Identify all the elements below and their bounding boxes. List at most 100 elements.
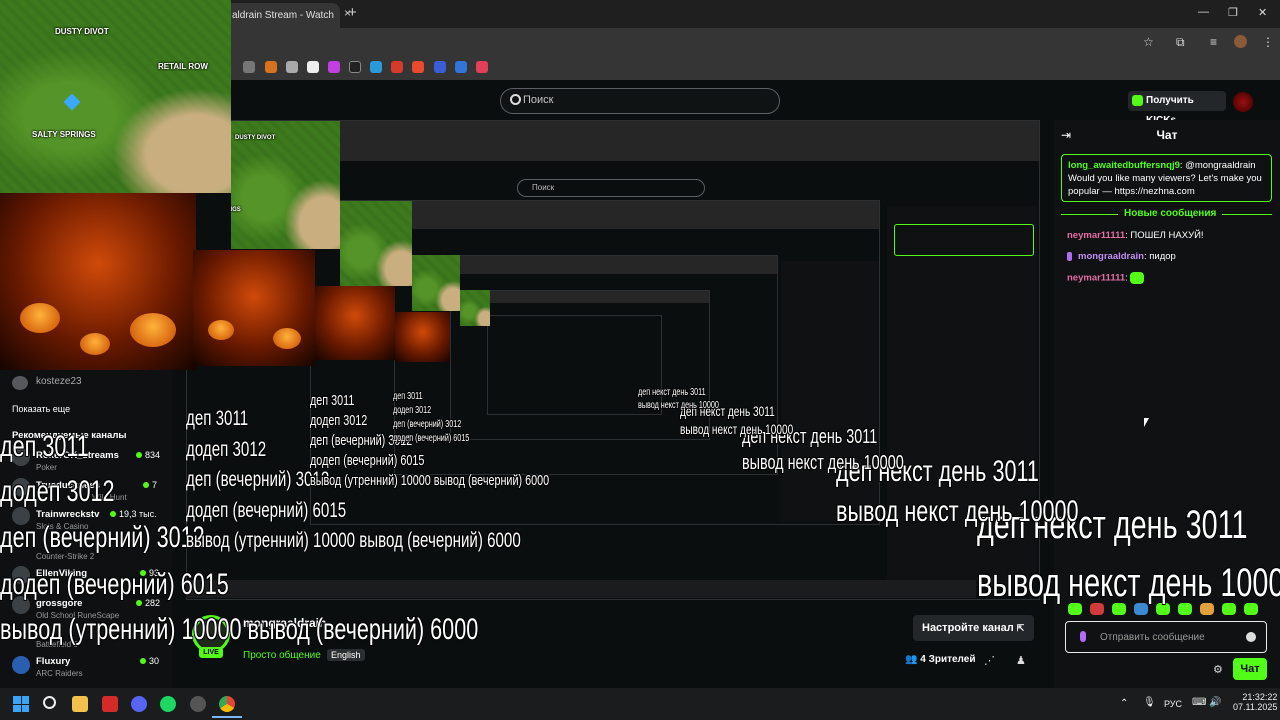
extensions-icon[interactable]: ⧉ [1176, 35, 1185, 50]
overlay-left-line: деп (вечерний) 3012 [0, 521, 205, 554]
sidebar-user[interactable]: kosteze23 [36, 376, 82, 387]
maximize-button[interactable]: ❐ [1228, 6, 1238, 19]
channel-category: Poker [36, 463, 57, 472]
sidebar-user-avatar[interactable] [12, 376, 28, 390]
discord-icon[interactable] [131, 696, 147, 712]
bookmark-icon[interactable] [434, 61, 446, 73]
setup-channel-button[interactable]: Настройте канал ⇱ [913, 615, 1034, 641]
channel-name[interactable]: Fluxury [36, 656, 70, 667]
bookmark-icon[interactable] [455, 61, 467, 73]
overlay-left-line: додеп 3012 [186, 438, 267, 461]
media-icon[interactable]: ≡ [1210, 35, 1217, 49]
mic-icon[interactable] [1080, 631, 1086, 642]
bookmark-icon[interactable] [265, 61, 277, 73]
volume-icon[interactable]: 🔊 [1209, 697, 1221, 708]
language-indicator[interactable]: РУС [1164, 699, 1182, 709]
language-tag[interactable]: English [327, 649, 365, 661]
emoji-icon[interactable] [1246, 632, 1256, 642]
send-chat-button[interactable]: Чат [1233, 658, 1267, 680]
clock-date: 07.11.2025 [1233, 702, 1278, 712]
stream-category[interactable]: Просто общение [243, 650, 321, 661]
nested-search-text: Поиск [532, 183, 555, 192]
bookmark-icon[interactable] [476, 61, 488, 73]
active-app-indicator [212, 716, 242, 718]
bookmark-icon[interactable] [370, 61, 382, 73]
overlay-left-line: додеп 3012 [0, 475, 115, 508]
clock[interactable]: 21:32:22 07.11.2025 [1233, 692, 1277, 712]
bookmark-icon[interactable] [391, 61, 403, 73]
overlay-left-line: додеп (вечерний) 6015 [310, 452, 425, 469]
setup-channel-label: Настройте канал [922, 622, 1014, 634]
live-dot-icon [140, 658, 146, 664]
overlay-left-line: деп (вечерний) 3012 [186, 468, 330, 491]
overlay-left-line: додеп (вечерний) 6015 [186, 499, 347, 522]
steam-icon[interactable] [190, 696, 206, 712]
search-taskbar-icon[interactable] [43, 696, 56, 709]
minimize-button[interactable]: — [1198, 6, 1209, 18]
profile-avatar[interactable] [1234, 35, 1247, 48]
follow-icon[interactable]: ♟ [1016, 654, 1026, 667]
star-icon[interactable]: ☆ [1143, 35, 1154, 49]
overlay-left-line: деп (вечерний) 3012 [393, 419, 462, 430]
spotify-icon[interactable] [160, 696, 176, 712]
pumpkin-icon [208, 320, 234, 340]
chat-username[interactable]: neymar11111 [1067, 273, 1125, 284]
chat-settings-icon[interactable]: ⚙ [1213, 663, 1223, 676]
map-label: SALTY SPRINGS [231, 207, 241, 213]
overlay-dep-next: деп некст день 3011 [638, 387, 706, 398]
show-more-link[interactable]: Показать еще [12, 404, 70, 414]
windows-start-icon[interactable] [13, 696, 29, 712]
bookmark-icon[interactable] [286, 61, 298, 73]
tab-title: aldrain Stream - Watch [232, 10, 334, 21]
user-avatar[interactable] [1233, 92, 1253, 112]
menu-icon[interactable]: ⋮ [1262, 35, 1274, 49]
channel-viewers-count: 834 [145, 450, 161, 460]
bookmark-icon[interactable] [243, 61, 255, 73]
map-image [460, 290, 490, 326]
close-window-button[interactable]: ✕ [1258, 6, 1267, 19]
nested-search: Поиск [517, 179, 705, 197]
bookmark-icon[interactable] [412, 61, 424, 73]
map-image: DUSTY DIVOT RETAIL ROW SALTY SPRINGS [0, 0, 231, 193]
overlay-withdraw-next: вывод некст день 10000 [638, 400, 719, 411]
halloween-image [193, 250, 315, 366]
tray-expand-icon[interactable]: ⌃ [1120, 698, 1128, 709]
app-icon[interactable] [102, 696, 118, 712]
chat-message: mongraaldrain: пидор [1067, 251, 1176, 262]
pumpkin-icon [80, 333, 110, 355]
chat-username[interactable]: neymar11111 [1067, 230, 1125, 241]
overlay-left-line: вывод (утренний) 10000 вывод (вечерний) … [0, 613, 479, 646]
chat-username[interactable]: long_awaitedbuffersnqj9 [1068, 160, 1180, 171]
channel-avatar[interactable] [12, 656, 30, 674]
channel-viewers: 19,3 тыс. [110, 509, 157, 519]
overlay-withdraw-next: вывод некст день 10000 [680, 421, 794, 437]
overlay-withdraw-next: вывод некст день 10000 [742, 452, 904, 474]
new-tab-button[interactable]: + [348, 4, 357, 21]
tab-active[interactable]: aldrain Stream - Watch [224, 3, 340, 28]
map-label: DUSTY DIVOT [235, 135, 276, 141]
chat-message-pinned: long_awaitedbuffersnqj9: @mongraaldrain … [1061, 154, 1272, 202]
pumpkin-icon [273, 328, 301, 349]
bookmark-icon[interactable] [349, 61, 361, 73]
new-messages-label[interactable]: Новые сообщения [1118, 208, 1223, 219]
nested-pinned [894, 224, 1034, 256]
network-icon[interactable]: ⌨ [1192, 697, 1206, 708]
tray-mic-icon[interactable]: 🎙 [1143, 697, 1156, 708]
overlay-left-line: вывод (утренний) 10000 вывод (вечерний) … [186, 529, 521, 552]
bookmark-icon[interactable] [307, 61, 319, 73]
emote-icon [1130, 272, 1145, 284]
share-icon[interactable]: ⋰ [984, 654, 995, 667]
chat-username[interactable]: mongraaldrain [1078, 251, 1144, 262]
channel-viewers: 7 [143, 480, 157, 490]
halloween-image [395, 312, 450, 362]
search-icon [510, 94, 521, 105]
bookmark-icon[interactable] [328, 61, 340, 73]
file-explorer-icon[interactable] [72, 696, 88, 712]
channel-name[interactable]: Trainwreckstv [36, 509, 99, 520]
chrome-icon[interactable] [219, 696, 235, 712]
channel-viewers-count: 30 [149, 656, 160, 666]
search-placeholder: Поиск [523, 94, 554, 106]
get-kicks-button[interactable]: Получить KICKs [1128, 91, 1226, 126]
external-link-icon: ⇱ [1016, 623, 1025, 633]
channel-viewers: 834 [136, 450, 160, 460]
